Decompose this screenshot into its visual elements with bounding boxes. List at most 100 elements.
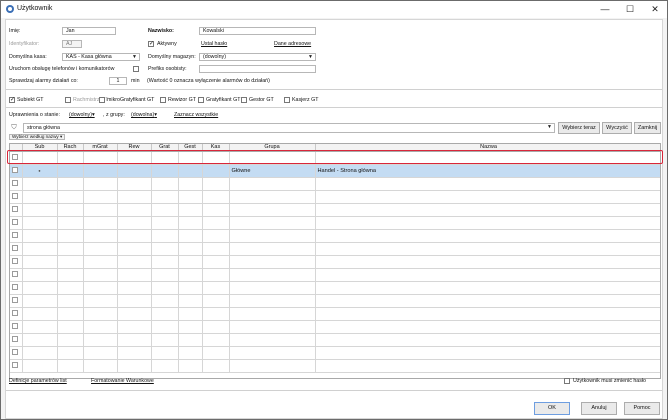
grupa-dropdown[interactable]: (dowolna)▾ bbox=[131, 112, 157, 118]
module-label-5: Gestor GT bbox=[249, 97, 274, 103]
table-cell bbox=[117, 177, 152, 191]
module-checkbox-5[interactable] bbox=[241, 97, 247, 103]
table-row[interactable] bbox=[10, 177, 660, 191]
ok-button[interactable]: OK bbox=[534, 402, 570, 415]
zamknij-button[interactable]: Zamknij bbox=[634, 122, 661, 134]
table-row[interactable] bbox=[10, 190, 660, 204]
row-checkbox[interactable] bbox=[12, 180, 18, 187]
table-cell bbox=[229, 190, 316, 204]
module-checkbox-3[interactable] bbox=[160, 97, 166, 103]
table-row[interactable] bbox=[10, 216, 660, 230]
table-row[interactable] bbox=[10, 307, 660, 321]
table-row[interactable] bbox=[10, 346, 660, 360]
definicje-link[interactable]: Definicje parametrów list bbox=[9, 378, 67, 384]
alarm-field[interactable]: 1 bbox=[109, 77, 127, 85]
module-checkbox-4[interactable] bbox=[198, 97, 204, 103]
row-checkbox[interactable] bbox=[12, 219, 18, 226]
module-label-0: Subiekt GT bbox=[17, 97, 44, 103]
zaznacz-wszystkie-link[interactable]: Zaznacz wszystkie bbox=[174, 112, 218, 118]
row-checkbox-cell bbox=[10, 281, 23, 295]
identyfikator-field[interactable]: AJ bbox=[62, 40, 82, 48]
row-checkbox-cell bbox=[10, 229, 23, 243]
row-checkbox[interactable] bbox=[12, 362, 18, 369]
anuluj-button[interactable]: Anuluj bbox=[581, 402, 617, 415]
module-checkbox-6[interactable] bbox=[284, 97, 290, 103]
table-cell bbox=[202, 242, 230, 256]
maximize-button[interactable]: ☐ bbox=[619, 1, 641, 18]
table-cell bbox=[83, 255, 118, 269]
table-cell bbox=[117, 294, 152, 308]
table-cell bbox=[178, 229, 203, 243]
table-cell bbox=[229, 242, 316, 256]
row-checkbox[interactable] bbox=[12, 167, 18, 174]
table-row[interactable] bbox=[10, 320, 660, 334]
pomoc-button[interactable]: Pomoc bbox=[624, 402, 660, 415]
row-checkbox[interactable] bbox=[12, 310, 18, 317]
row-checkbox[interactable] bbox=[12, 349, 18, 356]
table-cell bbox=[117, 268, 152, 282]
imie-field[interactable]: Jan bbox=[62, 27, 116, 35]
wyczysc-button[interactable]: Wyczyść bbox=[602, 122, 632, 134]
prefiks-field[interactable] bbox=[199, 65, 316, 73]
table-cell bbox=[151, 307, 179, 321]
row-checkbox[interactable] bbox=[12, 297, 18, 304]
table-row[interactable] bbox=[10, 203, 660, 217]
table-cell bbox=[57, 242, 84, 256]
table-row[interactable] bbox=[10, 242, 660, 256]
table-cell bbox=[57, 216, 84, 230]
module-checkbox-2[interactable] bbox=[99, 97, 105, 103]
magazyn-select[interactable]: (dowolny) bbox=[199, 53, 316, 61]
separator bbox=[6, 89, 662, 90]
musi-zmienic-checkbox[interactable] bbox=[564, 378, 570, 384]
row-checkbox[interactable] bbox=[12, 206, 18, 213]
row-checkbox[interactable] bbox=[12, 336, 18, 343]
close-button[interactable]: ✕ bbox=[644, 1, 666, 18]
row-checkbox[interactable] bbox=[12, 232, 18, 239]
row-checkbox[interactable] bbox=[12, 245, 18, 252]
module-checkbox-0[interactable] bbox=[9, 96, 15, 104]
table-cell bbox=[83, 268, 118, 282]
kasa-select[interactable]: KAS - Kasa główna bbox=[62, 53, 140, 61]
table-row[interactable] bbox=[10, 229, 660, 243]
row-checkbox[interactable] bbox=[12, 323, 18, 330]
row-checkbox[interactable] bbox=[12, 271, 18, 278]
table-cell bbox=[202, 359, 230, 373]
table-cell bbox=[229, 229, 316, 243]
table-cell bbox=[229, 320, 316, 334]
search-mode-dropdown[interactable]: Wybierz według nazwy ▾ bbox=[9, 134, 66, 140]
nazwisko-field[interactable]: Kowalski bbox=[199, 27, 316, 35]
table-row[interactable] bbox=[10, 359, 660, 373]
table-cell bbox=[83, 281, 118, 295]
row-checkbox[interactable] bbox=[12, 284, 18, 291]
nazwa-cell: Handel - Strona główna bbox=[315, 164, 660, 178]
search-combobox[interactable]: strona główna bbox=[23, 123, 555, 133]
table-cell bbox=[57, 190, 84, 204]
table-cell bbox=[151, 281, 179, 295]
stan-dropdown[interactable]: (dowolny)▾ bbox=[69, 112, 95, 118]
minimize-button[interactable]: — bbox=[594, 1, 616, 18]
alarm-label: Sprawdzaj alarmy działań co: bbox=[9, 78, 78, 84]
table-cell bbox=[117, 190, 152, 204]
table-cell bbox=[83, 216, 118, 230]
table-cell bbox=[151, 255, 179, 269]
table-row[interactable] bbox=[10, 255, 660, 269]
table-row[interactable] bbox=[10, 333, 660, 347]
row-checkbox[interactable] bbox=[12, 258, 18, 265]
table-row[interactable] bbox=[10, 268, 660, 282]
formatowanie-link[interactable]: Formatowanie Warunkowe bbox=[91, 378, 154, 384]
aktywny-checkbox[interactable] bbox=[148, 40, 154, 48]
table-cell bbox=[202, 164, 230, 178]
table-row[interactable] bbox=[10, 281, 660, 295]
ustal-haslo-link[interactable]: Ustal hasło bbox=[201, 41, 227, 47]
filter-funnel-icon[interactable]: ⛉ bbox=[9, 123, 19, 133]
table-cell bbox=[57, 294, 84, 308]
dane-adresowe-link[interactable]: Dane adresowe bbox=[274, 41, 311, 47]
telefon-checkbox[interactable] bbox=[133, 66, 139, 72]
row-checkbox[interactable] bbox=[12, 193, 18, 200]
wybierz-teraz-button[interactable]: Wybierz teraz bbox=[558, 122, 600, 134]
table-cell bbox=[57, 177, 84, 191]
table-row[interactable] bbox=[10, 294, 660, 308]
module-checkbox-1[interactable] bbox=[65, 97, 71, 103]
table-cell bbox=[178, 333, 203, 347]
table-row[interactable]: ● Główne Handel - Strona główna bbox=[10, 164, 660, 178]
